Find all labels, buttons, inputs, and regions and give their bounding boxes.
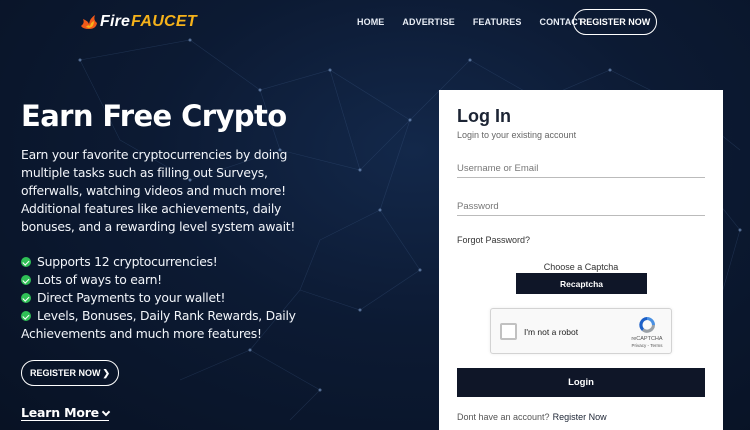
chevron-down-icon [101,407,111,417]
feature-item: Direct Payments to your wallet! [21,289,321,307]
check-icon [21,293,31,303]
hero-register-button[interactable]: REGISTER NOW ❯ [21,360,119,386]
learn-more-label: Learn More [21,405,99,420]
recaptcha-terms[interactable]: Privacy - Terms [625,343,669,348]
check-icon [21,311,31,321]
username-input[interactable] [457,160,705,178]
hero-title: Earn Free Crypto [21,99,287,133]
hero-register-label: REGISTER NOW [29,368,101,378]
login-card: Log In Login to your existing account Fo… [439,90,723,430]
nav-advertise[interactable]: ADVERTISE [402,16,454,28]
feature-text: Levels, Bonuses, Daily Rank Rewards, Dai… [21,308,296,341]
site-logo[interactable]: Fire FAUCET [80,11,197,33]
recaptcha-brand: reCAPTCHA [631,336,663,342]
signup-link[interactable]: Register Now [553,412,607,422]
recaptcha-widget: I'm not a robot reCAPTCHA Privacy - Term… [490,308,672,354]
feature-text: Supports 12 cryptocurrencies! [37,254,218,269]
chevron-right-icon: ❯ [102,367,111,378]
captcha-selector[interactable]: Recaptcha [516,273,647,294]
check-icon [21,275,31,285]
logo-text-fire: Fire [100,13,131,30]
login-title: Log In [457,106,511,126]
feature-text: Lots of ways to earn! [37,272,162,287]
login-subtitle: Login to your existing account [457,130,577,140]
feature-text: Direct Payments to your wallet! [37,290,226,305]
learn-more-link[interactable]: Learn More [21,405,111,421]
recaptcha-icon [639,317,655,333]
forgot-password-link[interactable]: Forgot Password? [457,235,530,245]
feature-item: Levels, Bonuses, Daily Rank Rewards, Dai… [21,307,321,343]
signup-text: Dont have an account? [457,412,550,422]
flame-icon [81,15,97,29]
login-button[interactable]: Login [457,368,705,397]
feature-item: Lots of ways to earn! [21,271,321,289]
check-icon [21,257,31,267]
recaptcha-checkbox[interactable] [500,323,517,340]
main-nav: HOME ADVERTISE FEATURES CONTACT [357,16,602,28]
nav-features[interactable]: FEATURES [473,16,522,28]
captcha-label: Choose a Captcha [543,262,619,272]
nav-home[interactable]: HOME [357,16,384,28]
hero-description: Earn your favorite cryptocurrencies by d… [21,147,296,234]
logo-text-faucet: FAUCET [131,13,197,30]
header-register-button[interactable]: REGISTER NOW [573,9,657,35]
feature-list: Supports 12 cryptocurrencies! Lots of wa… [21,253,321,343]
feature-item: Supports 12 cryptocurrencies! [21,253,321,271]
signup-prompt: Dont have an account? Register Now [457,412,607,422]
recaptcha-label: I'm not a robot [524,327,579,337]
password-input[interactable] [457,198,705,216]
